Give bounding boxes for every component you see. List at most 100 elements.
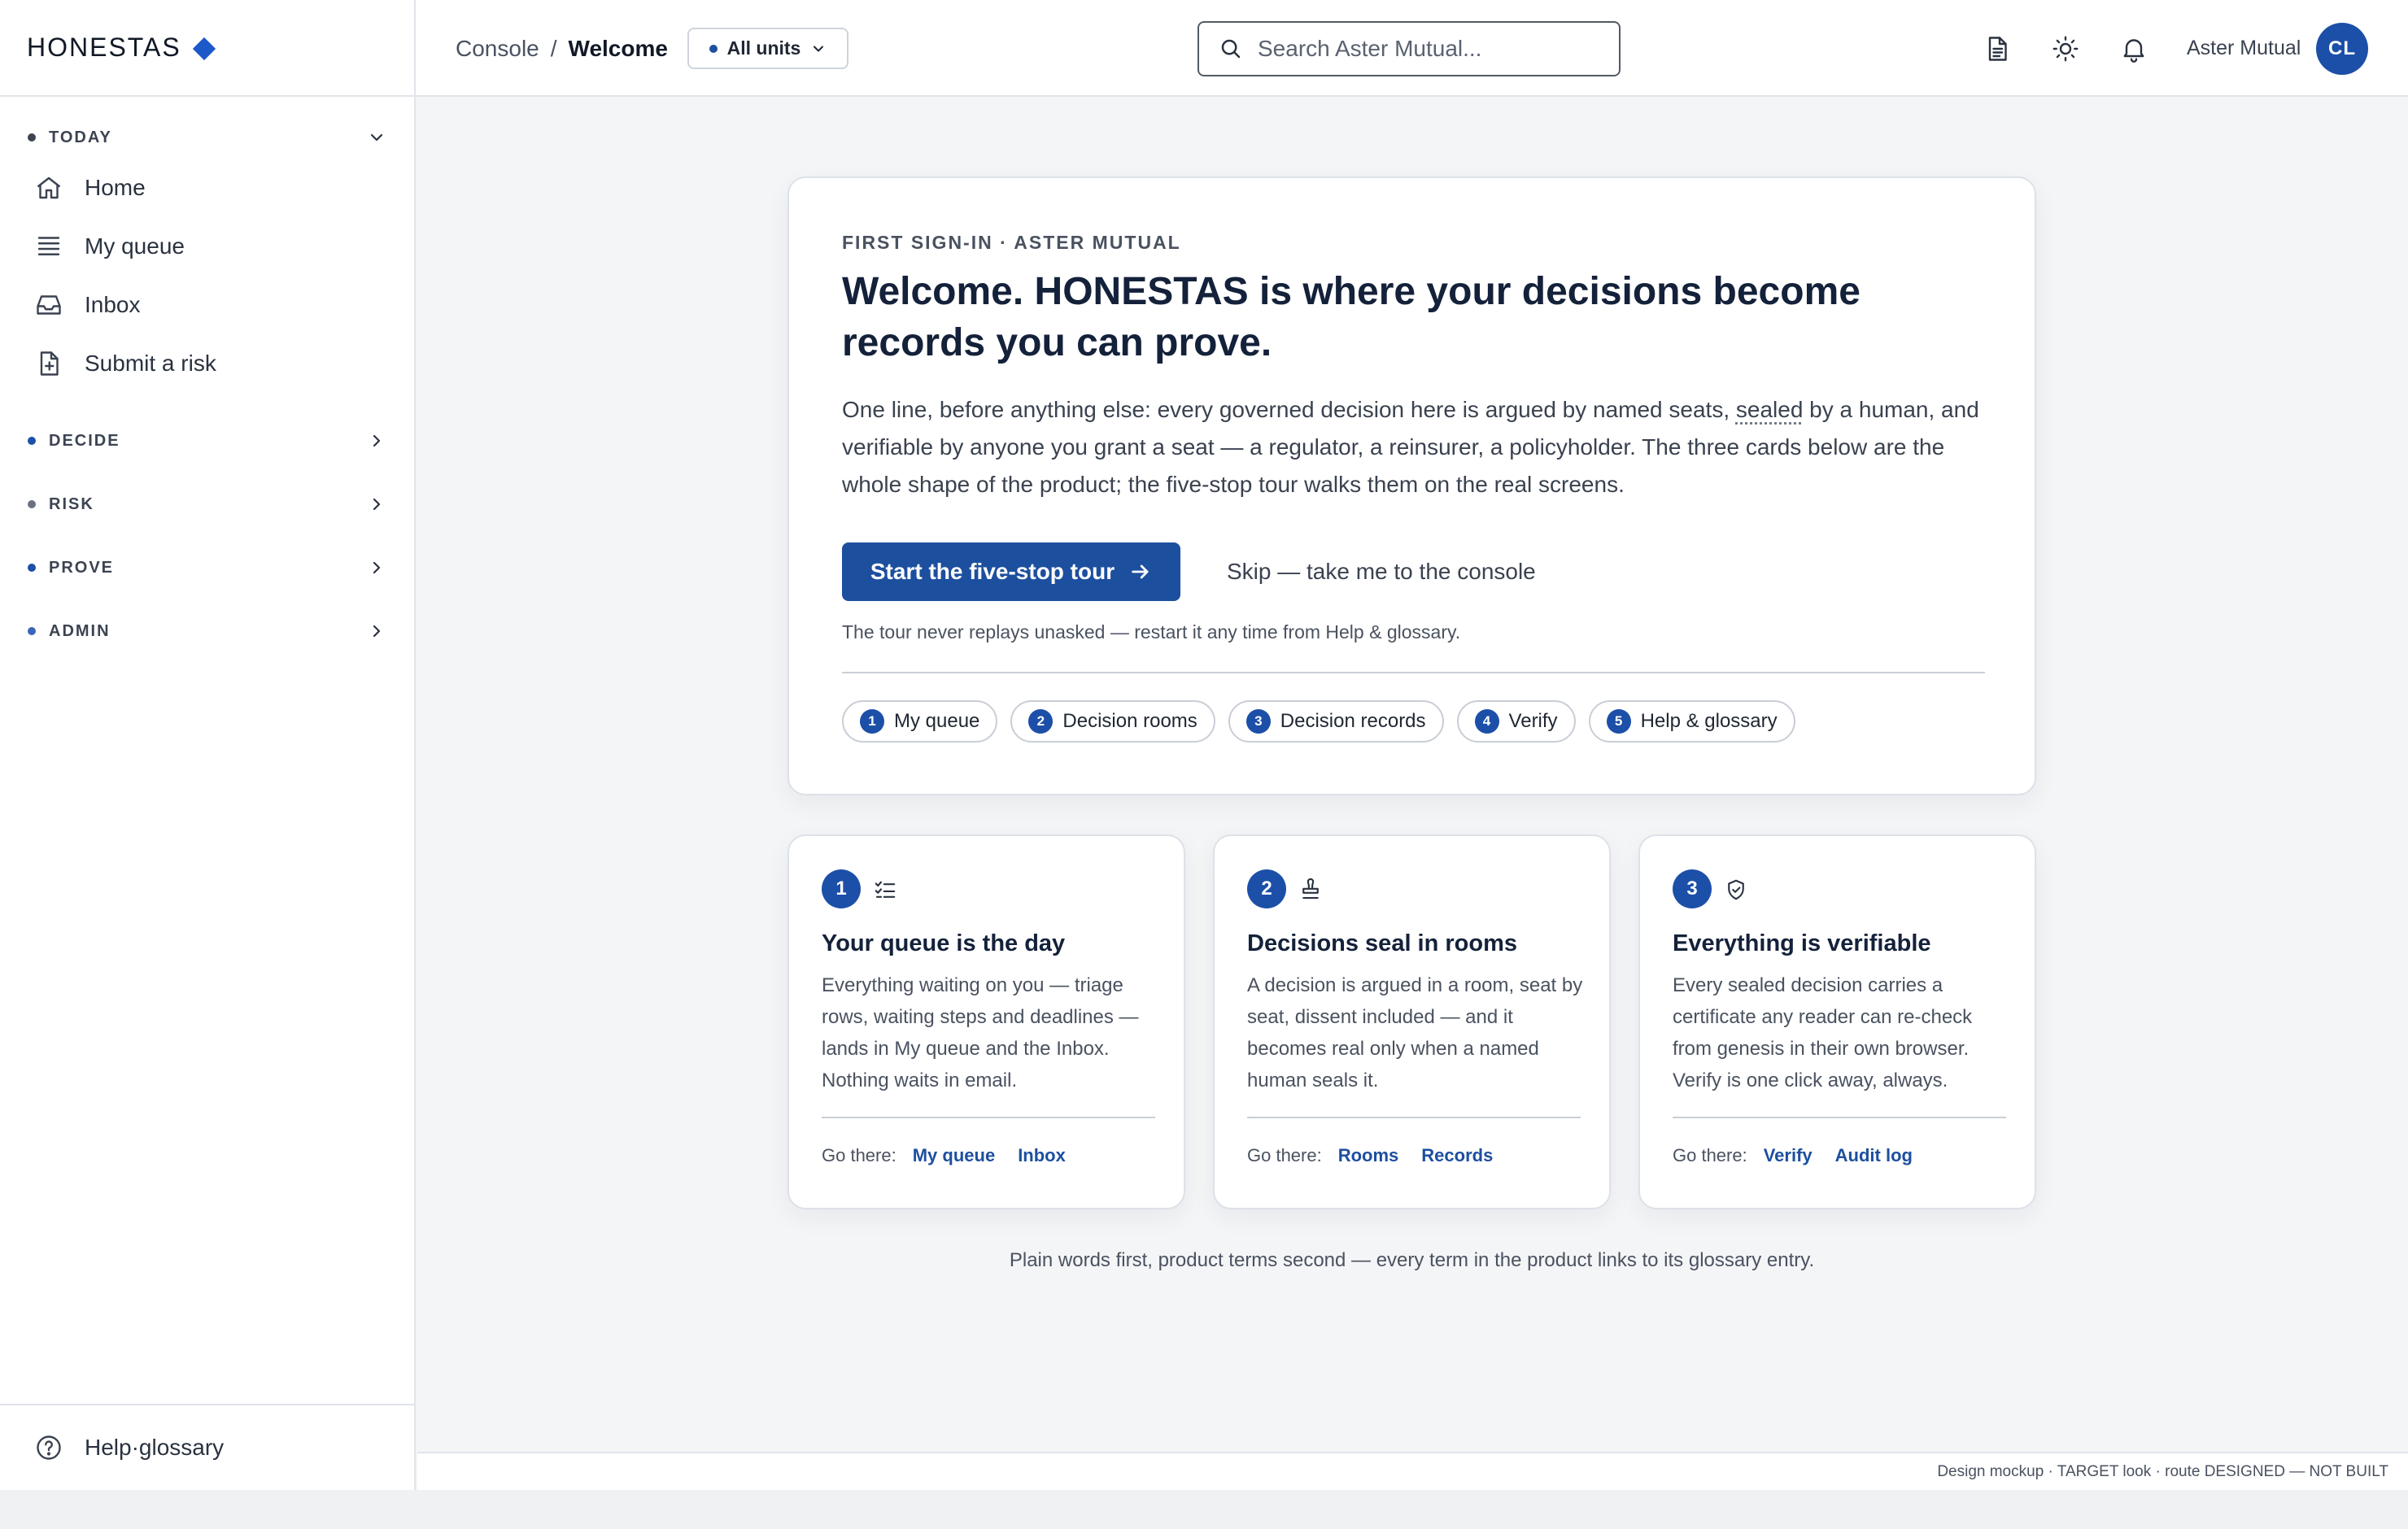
link-rooms[interactable]: Rooms (1338, 1145, 1399, 1166)
document-button[interactable] (1983, 0, 2012, 97)
sidebar: HONESTAS TODAY Home My queue Inbox Submi… (0, 0, 416, 1490)
sun-icon (2052, 36, 2079, 61)
hero-description: One line, before anything else: every go… (842, 391, 1997, 503)
link-audit-log[interactable]: Audit log (1835, 1145, 1913, 1166)
breadcrumb-root[interactable]: Console (456, 36, 539, 62)
section-dot-icon (28, 627, 36, 635)
tour-step-decision-rooms[interactable]: 2 Decision rooms (1010, 700, 1215, 743)
card-links: Go there: Verify Audit log (1673, 1145, 1913, 1166)
breadcrumb-current: Welcome (568, 35, 668, 61)
link-verify[interactable]: Verify (1764, 1145, 1813, 1166)
nav-section-admin[interactable]: ADMIN (0, 599, 414, 663)
sidebar-item-submit-risk[interactable]: Submit a risk (0, 334, 414, 393)
brand-logo[interactable]: HONESTAS (0, 0, 414, 97)
card-body: Every sealed decision carries a certific… (1673, 974, 1973, 1091)
sidebar-item-label: Home (85, 175, 146, 200)
sidebar-item-inbox[interactable]: Inbox (0, 276, 414, 334)
card-number: 1 (822, 869, 861, 908)
window-bottom-strip (0, 1490, 2408, 1529)
divider (822, 1117, 1155, 1118)
nav-section-decide[interactable]: DECIDE (0, 409, 414, 473)
search-icon (1221, 39, 1241, 59)
step-number: 5 (1606, 709, 1631, 734)
bell-icon (2123, 38, 2144, 63)
divider (842, 672, 1985, 673)
step-label: Decision records (1280, 710, 1426, 732)
hero-eyebrow: FIRST SIGN-IN · ASTER MUTUAL (842, 232, 1181, 253)
start-tour-label: Start the five-stop tour (870, 559, 1115, 584)
step-number: 1 (860, 709, 884, 734)
feature-card-queue: 1 Your queue is the day Everything waiti… (787, 834, 1185, 1209)
tour-step-verify[interactable]: 4 Verify (1456, 700, 1576, 743)
brand-diamond-icon (192, 37, 216, 60)
step-number: 3 (1245, 709, 1271, 734)
unit-select[interactable]: All units (687, 28, 848, 69)
nav-section-label: RISK (49, 494, 94, 513)
skip-to-console-link[interactable]: Skip — take me to the console (1227, 542, 1536, 601)
link-my-queue[interactable]: My queue (913, 1145, 995, 1166)
start-tour-button[interactable]: Start the five-stop tour (842, 542, 1180, 601)
glossary-term-sealed[interactable]: sealed (1736, 397, 1804, 422)
status-bar-text: Design mockup · TARGET look · route DESI… (1937, 1463, 2388, 1480)
tour-step-help-glossary[interactable]: 5 Help & glossary (1588, 700, 1795, 743)
card-title: Everything is verifiable (1673, 930, 1931, 956)
step-label: Help & glossary (1640, 710, 1778, 732)
section-dot-icon (28, 437, 36, 445)
card-title: Decisions seal in rooms (1247, 930, 1518, 956)
chevron-right-icon (373, 498, 381, 511)
sidebar-item-label: Help·glossary (85, 1435, 225, 1460)
search-input[interactable]: Search Aster Mutual... (1197, 21, 1621, 76)
account-org-name[interactable]: Aster Mutual (2187, 0, 2301, 97)
step-label: Verify (1508, 710, 1558, 732)
theme-toggle-button[interactable] (2051, 0, 2080, 97)
section-dot-icon (28, 133, 36, 142)
sidebar-item-label: My queue (85, 233, 185, 259)
card-title: Your queue is the day (822, 930, 1066, 956)
step-label: Decision rooms (1062, 710, 1197, 732)
nav-section-today[interactable]: TODAY (0, 116, 414, 159)
brand-name: HONESTAS (27, 33, 181, 62)
go-there-label: Go there: (1673, 1145, 1747, 1165)
notifications-button[interactable] (2119, 0, 2148, 97)
link-inbox[interactable]: Inbox (1018, 1145, 1066, 1166)
inbox-icon (37, 295, 61, 315)
home-icon (37, 176, 61, 199)
glossary-footnote: Plain words first, product terms second … (1009, 1249, 1815, 1271)
nav-section-prove[interactable]: PROVE (0, 536, 414, 599)
sidebar-item-my-queue[interactable]: My queue (0, 217, 414, 276)
section-dot-icon (28, 564, 36, 572)
breadcrumb-separator: / (550, 35, 557, 61)
status-bar: Design mockup · TARGET look · route DESI… (417, 1452, 2408, 1490)
divider (1247, 1117, 1581, 1118)
card-links: Go there: My queue Inbox (822, 1145, 1066, 1166)
welcome-hero-card: FIRST SIGN-IN · ASTER MUTUAL Welcome. HO… (787, 176, 2036, 795)
go-there-label: Go there: (1247, 1145, 1322, 1165)
search-placeholder: Search Aster Mutual... (1258, 36, 1482, 61)
feature-card-verify: 3 Everything is verifiable Every sealed … (1638, 834, 2036, 1209)
sidebar-item-help-glossary[interactable]: Help·glossary (0, 1404, 414, 1490)
sidebar-item-home[interactable]: Home (0, 159, 414, 217)
avatar[interactable]: CL (2316, 23, 2368, 75)
tour-step-decision-records[interactable]: 3 Decision records (1228, 700, 1444, 743)
breadcrumb: Console / Welcome (456, 0, 668, 97)
link-records[interactable]: Records (1421, 1145, 1493, 1166)
chevron-right-icon (373, 625, 381, 638)
card-links: Go there: Rooms Records (1247, 1145, 1493, 1166)
unit-select-value: All units (726, 37, 801, 59)
section-dot-icon (28, 500, 36, 508)
document-icon (1988, 36, 2007, 61)
nav-section-label: DECIDE (49, 431, 120, 450)
nav-section-label: ADMIN (49, 621, 111, 640)
nav-section-risk[interactable]: RISK (0, 473, 414, 536)
nav-section-label: TODAY (49, 128, 112, 146)
step-number: 4 (1474, 709, 1499, 734)
top-bar: Console / Welcome All units Search Aster… (416, 0, 2408, 97)
hero-description-part: One line, before anything else: every go… (842, 397, 1736, 422)
unit-dot-icon (709, 44, 718, 53)
chevron-right-icon (373, 434, 381, 447)
card-number: 3 (1673, 869, 1712, 908)
tour-note: The tour never replays unasked — restart… (842, 621, 1461, 643)
tour-step-my-queue[interactable]: 1 My queue (842, 700, 998, 743)
sidebar-item-label: Inbox (85, 292, 141, 317)
queue-icon (37, 237, 60, 255)
